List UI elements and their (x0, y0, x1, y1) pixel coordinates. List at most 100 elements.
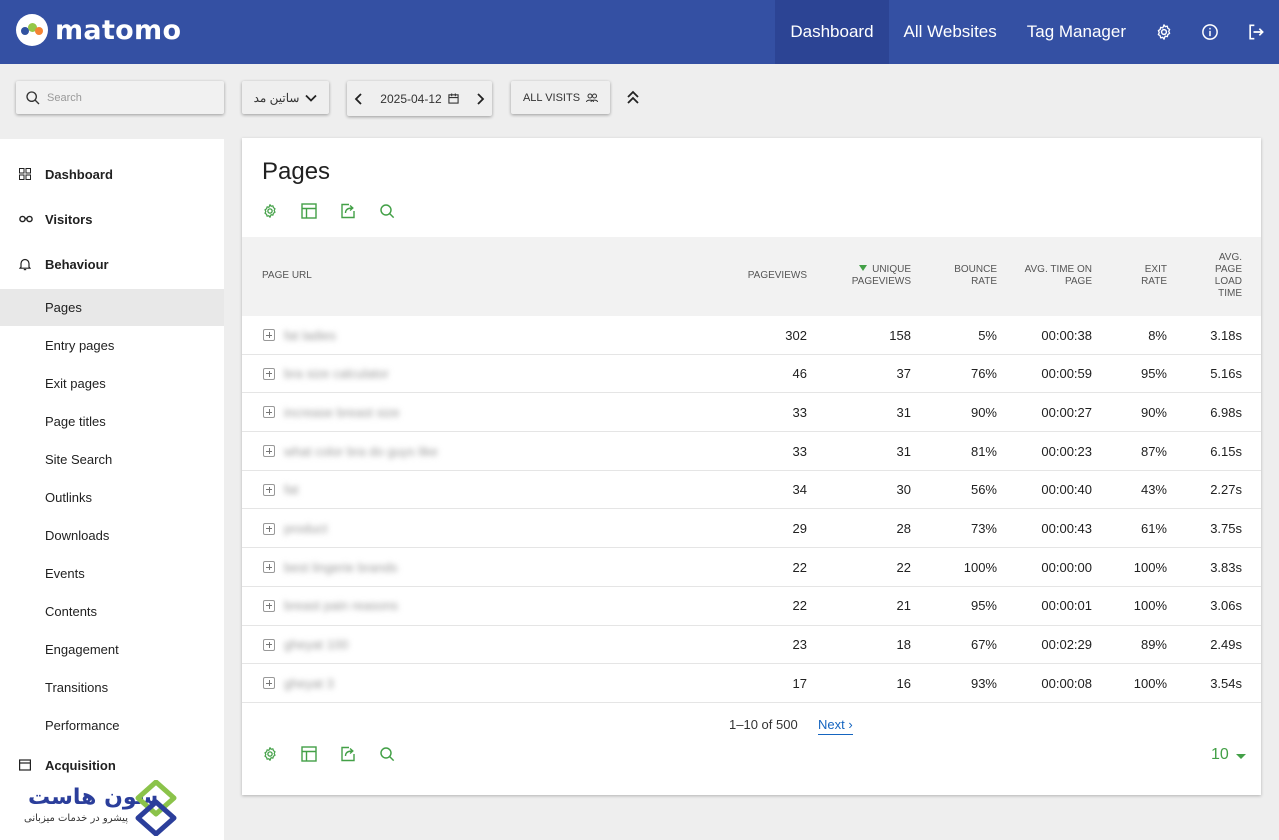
col-exit-rate[interactable]: EXIT RATE (1127, 264, 1167, 288)
expand-row-icon[interactable] (263, 599, 275, 612)
nav-all-websites[interactable]: All Websites (889, 0, 1012, 64)
matomo-logo[interactable]: matomo (16, 14, 181, 46)
sidebar-section-visitors[interactable]: Visitors (0, 204, 224, 234)
sidebar-item-exit-pages[interactable]: Exit pages (0, 365, 224, 402)
table-row[interactable]: fat 34 30 56% 00:00:40 43% 2.27s (242, 471, 1261, 510)
sidebar-item-site-search[interactable]: Site Search (0, 441, 224, 478)
cell-exit-rate: 8% (1148, 327, 1167, 343)
next-period-icon[interactable] (474, 92, 486, 105)
col-avg-load-time[interactable]: AVG. PAGE LOAD TIME (1206, 252, 1242, 300)
sidebar-item-entry-pages[interactable]: Entry pages (0, 327, 224, 364)
expand-row-icon[interactable] (263, 561, 275, 574)
expand-row-icon[interactable] (263, 677, 275, 690)
top-nav: Dashboard All Websites Tag Manager (775, 0, 1279, 64)
cell-page-url[interactable]: fat ladies (284, 316, 452, 354)
report-settings-button[interactable] (260, 201, 280, 221)
cell-page-url[interactable]: what color bra do guys like (284, 432, 452, 470)
col-avg-time[interactable]: AVG. TIME ON PAGE (1022, 264, 1092, 288)
expand-row-icon[interactable] (263, 445, 275, 458)
cell-avg-time: 00:00:27 (1041, 404, 1092, 420)
logout-button[interactable] (1233, 0, 1279, 64)
expand-row-icon[interactable] (263, 406, 275, 419)
table-row[interactable]: product 29 28 73% 00:00:43 61% 3.75s (242, 510, 1261, 549)
export-button[interactable] (338, 744, 358, 764)
search-input[interactable]: Search (16, 81, 224, 114)
col-page-url[interactable]: PAGE URL (262, 270, 312, 282)
sidebar-item-downloads[interactable]: Downloads (0, 517, 224, 554)
cell-page-url[interactable]: best lingerie brands (284, 548, 452, 586)
cell-page-url[interactable]: gheyat 3 (284, 664, 452, 702)
col-unique-pageviews[interactable]: UNIQUE PAGEVIEWS (831, 264, 911, 288)
cell-avg-time: 00:00:40 (1041, 482, 1092, 498)
table-row[interactable]: increase breast size 33 31 90% 00:00:27 90% 6.… (242, 393, 1261, 433)
site-selector[interactable]: ساتین مد (242, 81, 329, 114)
prev-period-icon[interactable] (353, 92, 365, 105)
sidebar-item-events[interactable]: Events (0, 555, 224, 592)
sidebar-item-performance[interactable]: Performance (0, 707, 224, 744)
cell-page-url[interactable]: bra size calculator (284, 355, 452, 393)
sidebar-item-outlinks[interactable]: Outlinks (0, 479, 224, 516)
cell-page-url[interactable]: product (284, 510, 452, 548)
double-chevron-up-icon (627, 90, 639, 104)
sidebar-section-dashboard[interactable]: Dashboard (0, 159, 224, 189)
sidebar-section-behaviour[interactable]: Behaviour (0, 249, 224, 279)
export-button[interactable] (338, 201, 358, 221)
cell-page-url[interactable]: gheyat 100 (284, 626, 452, 664)
sidebar-section-acquisition[interactable]: Acquisition (0, 750, 224, 780)
row-limit-selector[interactable]: 10 (1211, 746, 1246, 764)
pagination-next-link[interactable]: Next › (818, 717, 853, 735)
expand-row-icon[interactable] (263, 638, 275, 651)
table-row[interactable]: what color bra do guys like 33 31 81% 00:00:… (242, 432, 1261, 471)
collapse-controls-button[interactable] (624, 87, 642, 107)
report-search-button[interactable] (377, 201, 397, 221)
table-row[interactable]: best lingerie brands 22 22 100% 00:00:00 100%… (242, 548, 1261, 587)
settings-button[interactable] (1141, 0, 1187, 64)
gear-icon (1157, 24, 1171, 40)
cell-unique-pageviews: 21 (896, 598, 911, 614)
cell-page-url[interactable]: breast pain reasons (284, 587, 452, 625)
cell-avg-load-time: 3.75s (1210, 521, 1242, 536)
visualization-button[interactable] (299, 744, 319, 764)
sidebar-item-engagement[interactable]: Engagement (0, 631, 224, 668)
expand-row-icon[interactable] (263, 483, 275, 496)
cell-avg-time: 00:00:00 (1041, 559, 1092, 575)
visualization-button[interactable] (299, 201, 319, 221)
sidebar-item-page-titles[interactable]: Page titles (0, 403, 224, 440)
cell-exit-rate: 100% (1133, 559, 1167, 575)
sidebar-item-transitions[interactable]: Transitions (0, 669, 224, 706)
table-row[interactable]: fat ladies 302 158 5% 00:00:38 8% 3.18s (242, 316, 1261, 355)
cell-unique-pageviews: 28 (896, 521, 911, 536)
segment-icon (586, 93, 599, 102)
sidebar-item-contents[interactable]: Contents (0, 593, 224, 630)
cell-page-url[interactable]: fat (284, 471, 452, 509)
table-row[interactable]: breast pain reasons 22 21 95% 00:00:01 100% 3.… (242, 587, 1261, 626)
report-toolbar-top (260, 201, 416, 221)
cell-page-url[interactable]: increase breast size (284, 393, 452, 431)
expand-row-icon[interactable] (263, 329, 275, 341)
table-row[interactable]: gheyat 3 17 16 93% 00:00:08 100% 3.54s (242, 664, 1261, 703)
segment-selector[interactable]: ALL VISITS (511, 81, 610, 114)
table-row[interactable]: gheyat 100 23 18 67% 00:02:29 89% 2.49s (242, 626, 1261, 665)
report-search-button[interactable] (377, 744, 397, 764)
date-selector[interactable]: 2025-04-12 (347, 81, 492, 116)
search-icon (380, 747, 395, 762)
export-icon (341, 203, 355, 219)
col-bounce-rate[interactable]: BOUNCE RATE (937, 264, 997, 288)
sidebar-item-pages[interactable]: Pages (0, 289, 224, 326)
nav-tag-manager[interactable]: Tag Manager (1012, 0, 1141, 64)
cell-unique-pageviews: 22 (896, 559, 911, 575)
nav-dashboard[interactable]: Dashboard (775, 0, 889, 64)
col-pageviews[interactable]: PAGEVIEWS (748, 270, 807, 282)
expand-row-icon[interactable] (263, 367, 275, 380)
cell-bounce-rate: 5% (978, 327, 997, 343)
table-header: PAGE URL PAGEVIEWS UNIQUE PAGEVIEWS BOUN… (242, 237, 1261, 316)
gear-icon (264, 747, 276, 761)
report-settings-button[interactable] (260, 744, 280, 764)
table-row[interactable]: bra size calculator 46 37 76% 00:00:59 95% 5.1… (242, 355, 1261, 394)
help-button[interactable] (1187, 0, 1233, 64)
cell-exit-rate: 43% (1140, 482, 1167, 498)
cell-avg-time: 00:00:01 (1041, 598, 1092, 614)
sidebar-section-label: Acquisition (45, 757, 116, 773)
cell-pageviews: 29 (792, 521, 807, 536)
expand-row-icon[interactable] (263, 522, 275, 535)
